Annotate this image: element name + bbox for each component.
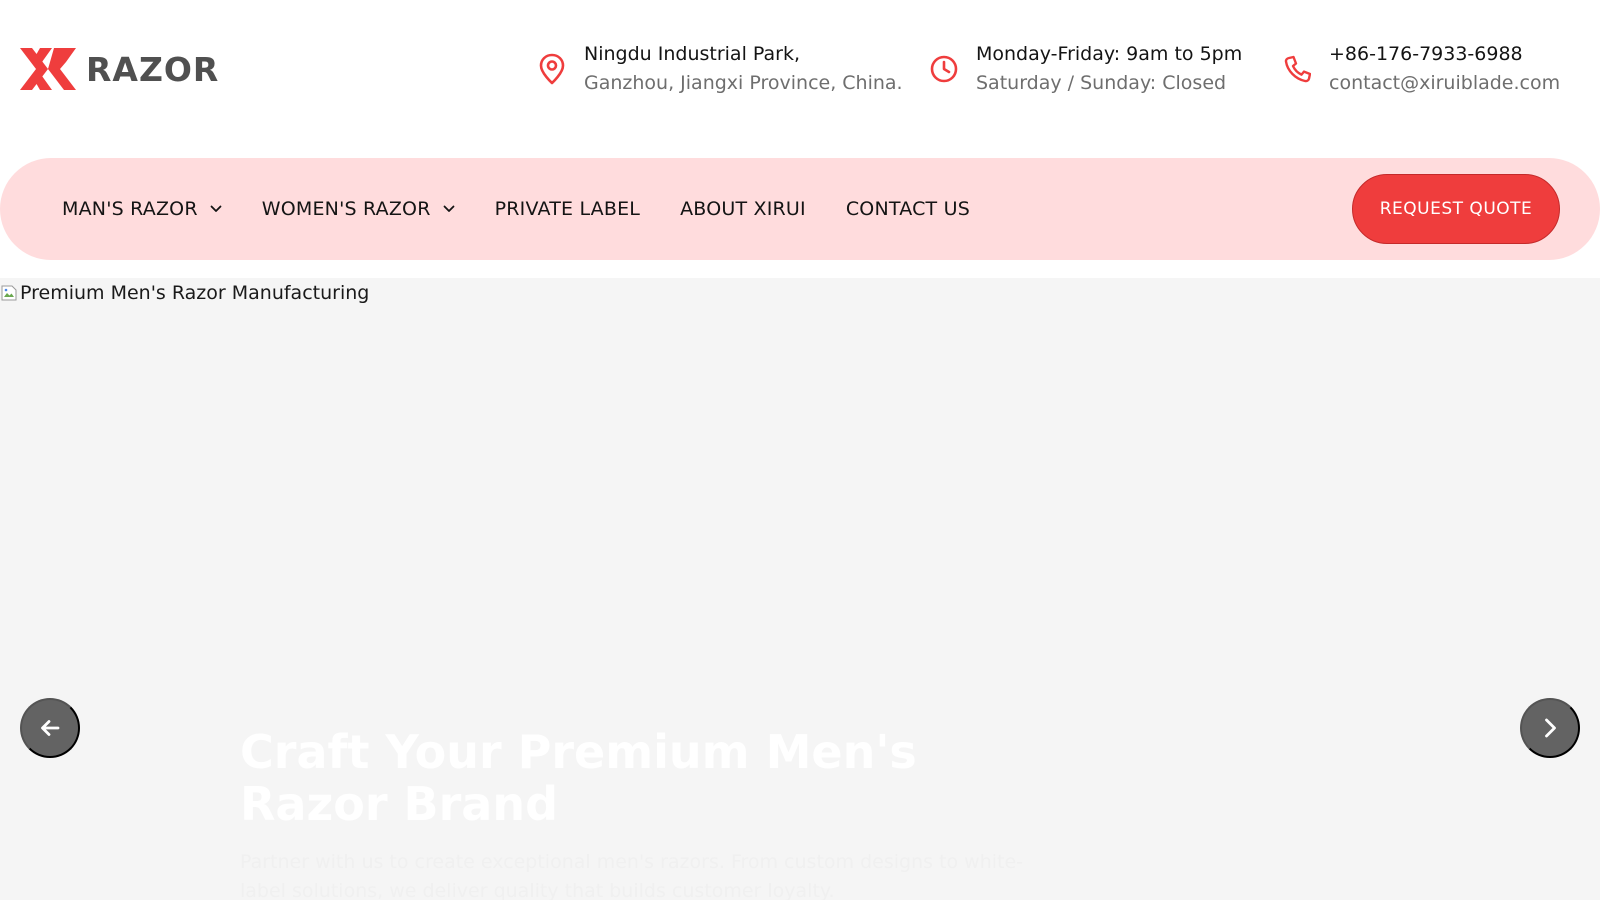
request-quote-button[interactable]: REQUEST QUOTE (1352, 174, 1560, 244)
email-link[interactable]: contact@xiruiblade.com (1329, 69, 1560, 98)
chevron-down-icon (210, 205, 222, 212)
site-logo[interactable]: RAZOR (20, 48, 219, 90)
hero-slider: Premium Men's Razor Manufacturing Craft … (0, 278, 1600, 900)
map-pin-icon (539, 53, 565, 85)
hours-weekend: Saturday / Sunday: Closed (976, 72, 1227, 94)
nav-item-label: WOMEN'S RAZOR (261, 198, 431, 220)
nav-menu: MAN'S RAZOR WOMEN'S RAZOR PRIVATE LABEL … (62, 158, 1010, 260)
nav-item-contact-us[interactable]: CONTACT US (846, 198, 970, 220)
slider-next-button[interactable] (1520, 698, 1580, 758)
nav-item-label: ABOUT XIRUI (680, 198, 806, 220)
address-text: Ningdu Industrial Park, Ganzhou, Jiangxi… (584, 40, 903, 98)
hero-title: Craft Your Premium Men's Razor Brand (240, 725, 917, 831)
site-header: RAZOR Ningdu Industrial Park, Ganzhou, J… (0, 0, 1600, 140)
hero-image-alt-text: Premium Men's Razor Manufacturing (20, 282, 370, 304)
chevron-down-icon (443, 205, 455, 212)
hours-info: Monday-Friday: 9am to 5pm Saturday / Sun… (930, 40, 1242, 98)
address-line-1: Ningdu Industrial Park, (584, 43, 800, 65)
broken-image-icon (1, 285, 17, 301)
nav-item-mans-razor[interactable]: MAN'S RAZOR (62, 198, 222, 220)
hero-image: Premium Men's Razor Manufacturing (0, 278, 369, 308)
nav-item-womens-razor[interactable]: WOMEN'S RAZOR (262, 198, 455, 220)
nav-item-label: MAN'S RAZOR (62, 198, 198, 220)
phone-link[interactable]: +86-176-7933-6988 (1329, 43, 1523, 65)
phone-icon (1284, 55, 1311, 83)
nav-item-about-xirui[interactable]: ABOUT XIRUI (680, 198, 806, 220)
hours-weekdays: Monday-Friday: 9am to 5pm (976, 43, 1243, 65)
contact-text: +86-176-7933-6988 contact@xiruiblade.com (1329, 40, 1560, 98)
clock-icon (930, 55, 958, 83)
hours-text: Monday-Friday: 9am to 5pm Saturday / Sun… (976, 40, 1242, 98)
contact-info: +86-176-7933-6988 contact@xiruiblade.com (1283, 40, 1560, 98)
xr-logo-icon (20, 48, 76, 90)
address-line-2: Ganzhou, Jiangxi Province, China. (584, 72, 903, 94)
nav-item-label: PRIVATE LABEL (494, 198, 641, 220)
slider-prev-button[interactable] (20, 698, 80, 758)
logo-text: RAZOR (86, 49, 220, 89)
nav-item-private-label[interactable]: PRIVATE LABEL (495, 198, 640, 220)
hero-subtitle: Partner with us to create exceptional me… (240, 851, 1024, 900)
chevron-right-icon (1545, 718, 1556, 738)
address-info: Ningdu Industrial Park, Ganzhou, Jiangxi… (538, 40, 903, 98)
nav-item-label: CONTACT US (845, 198, 970, 220)
arrow-left-icon (41, 720, 60, 736)
